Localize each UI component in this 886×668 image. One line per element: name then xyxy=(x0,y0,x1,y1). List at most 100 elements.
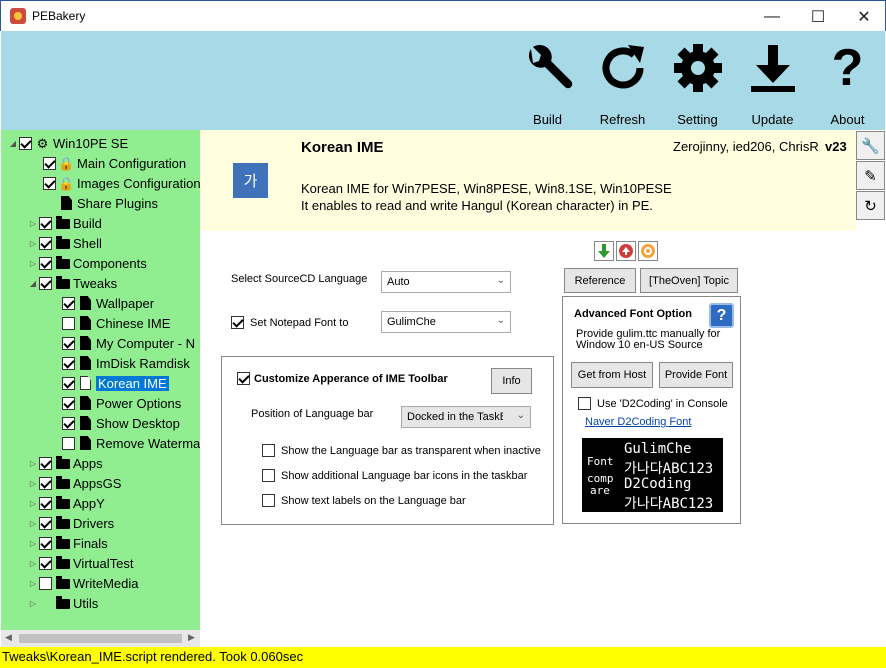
tree-checkbox[interactable] xyxy=(39,516,52,530)
upload-red-icon[interactable] xyxy=(616,241,636,261)
provide-font-button[interactable]: Provide Font xyxy=(659,362,733,388)
notepad-font-checkbox[interactable]: Set Notepad Font to xyxy=(231,316,348,329)
script-tree[interactable]: ◢ ⚙ Win10PE SE 🔒 Main Configuration 🔒 Images… xyxy=(1,130,200,630)
tree-node[interactable]: Remove Waterma xyxy=(62,433,200,453)
tree-node-selected[interactable]: Korean IME xyxy=(62,373,169,393)
scroll-left-icon[interactable]: ◀ xyxy=(5,632,12,643)
tree-node[interactable]: Power Options xyxy=(62,393,181,413)
tree-node[interactable]: 🔒 Images Configuration xyxy=(43,173,200,193)
tree-node[interactable]: My Computer - N xyxy=(62,333,195,353)
tree-node[interactable]: ▷ Finals xyxy=(27,533,108,553)
reference-button[interactable]: Reference xyxy=(564,268,636,293)
script-build-button[interactable]: 🔧 xyxy=(856,131,885,160)
expand-icon[interactable]: ▷ xyxy=(27,499,39,508)
download-green-icon[interactable] xyxy=(594,241,614,261)
update-button[interactable]: Update xyxy=(735,31,810,130)
tree-node[interactable]: ImDisk Ramdisk xyxy=(62,353,190,373)
tree-node[interactable]: Share Plugins xyxy=(59,193,158,213)
tree-node[interactable]: ▷ Build xyxy=(27,213,102,233)
tree-checkbox[interactable] xyxy=(39,476,52,490)
tree-node[interactable]: ▷ WriteMedia xyxy=(27,573,139,593)
expand-icon[interactable]: ▷ xyxy=(27,259,39,268)
tree-node[interactable]: ▷ VirtualTest xyxy=(27,553,134,573)
tree-checkbox[interactable] xyxy=(62,416,75,430)
close-button[interactable]: ✕ xyxy=(841,1,886,32)
naver-d2coding-link[interactable]: Naver D2Coding Font xyxy=(585,416,691,428)
expand-icon[interactable]: ▷ xyxy=(27,579,39,588)
info-button[interactable]: Info xyxy=(491,368,532,394)
tree-checkbox[interactable] xyxy=(62,336,75,350)
maximize-button[interactable]: ☐ xyxy=(795,1,841,32)
tree-checkbox[interactable] xyxy=(39,536,52,550)
minimize-button[interactable]: — xyxy=(749,1,795,32)
expand-icon[interactable]: ▷ xyxy=(27,519,39,528)
notepad-font-select[interactable]: GulimChe ⌄ xyxy=(381,311,511,333)
tree-checkbox[interactable] xyxy=(39,496,52,510)
refresh-button[interactable]: Refresh xyxy=(585,31,660,130)
checkbox[interactable] xyxy=(231,316,244,329)
tree-node[interactable]: ▷ Components xyxy=(27,253,147,273)
about-button[interactable]: ? About xyxy=(810,31,885,130)
collapse-icon[interactable]: ◢ xyxy=(7,139,19,148)
scroll-right-icon[interactable]: ▶ xyxy=(188,632,195,643)
tree-node[interactable]: ▷ Shell xyxy=(27,233,102,253)
transparent-bar-checkbox[interactable]: Show the Language bar as transparent whe… xyxy=(262,444,541,457)
expand-icon[interactable]: ▷ xyxy=(27,479,39,488)
expand-icon[interactable]: ▷ xyxy=(27,239,39,248)
tree-checkbox[interactable] xyxy=(39,576,52,590)
tree-checkbox[interactable] xyxy=(39,256,52,270)
tree-node[interactable]: Chinese IME xyxy=(62,313,170,333)
tree-checkbox[interactable] xyxy=(62,296,75,310)
tree-node[interactable]: Wallpaper xyxy=(62,293,154,313)
tree-checkbox[interactable] xyxy=(39,236,52,250)
tree-horizontal-scrollbar[interactable]: ◀ ▶ xyxy=(1,630,200,647)
position-select[interactable]: Docked in the TaskBar⌄ xyxy=(401,406,531,428)
tree-node[interactable]: ▷ Utils xyxy=(27,593,98,613)
tree-node[interactable]: ▷ AppY xyxy=(27,493,105,513)
tree-checkbox[interactable] xyxy=(19,136,32,150)
source-lang-select[interactable]: Auto ⌄ xyxy=(381,271,511,293)
expand-icon[interactable]: ▷ xyxy=(27,219,39,228)
tree-checkbox[interactable] xyxy=(39,276,52,290)
help-icon[interactable]: ? xyxy=(709,303,734,328)
tree-checkbox[interactable] xyxy=(62,436,75,450)
tree-checkbox[interactable] xyxy=(39,556,52,570)
checkbox[interactable] xyxy=(262,444,275,457)
script-edit-button[interactable]: ✎ xyxy=(856,161,885,190)
theoven-topic-button[interactable]: [TheOven] Topic xyxy=(640,268,738,293)
tree-node[interactable]: ◢ Tweaks xyxy=(27,273,117,293)
link-orange-icon[interactable] xyxy=(638,241,658,261)
expand-icon[interactable]: ▷ xyxy=(27,599,39,608)
additional-icons-checkbox[interactable]: Show additional Language bar icons in th… xyxy=(262,469,527,482)
expand-icon[interactable]: ▷ xyxy=(27,459,39,468)
get-from-host-button[interactable]: Get from Host xyxy=(571,362,653,388)
script-refresh-button[interactable]: ↻ xyxy=(856,191,885,220)
tree-node[interactable]: ▷ AppsGS xyxy=(27,473,122,493)
tree-checkbox[interactable] xyxy=(62,356,75,370)
tree-node-root[interactable]: ◢ ⚙ Win10PE SE xyxy=(7,133,128,153)
collapse-icon[interactable]: ◢ xyxy=(27,279,39,288)
checkbox[interactable] xyxy=(262,469,275,482)
checkbox[interactable] xyxy=(237,372,250,385)
tree-checkbox[interactable] xyxy=(43,176,56,190)
tree-node[interactable]: Show Desktop xyxy=(62,413,180,433)
checkbox[interactable] xyxy=(578,397,591,410)
checkbox[interactable] xyxy=(262,494,275,507)
tree-checkbox[interactable] xyxy=(62,316,75,330)
expand-icon[interactable]: ▷ xyxy=(27,539,39,548)
tree-checkbox[interactable] xyxy=(39,216,52,230)
tree-checkbox[interactable] xyxy=(43,156,56,170)
tree-checkbox[interactable] xyxy=(62,376,75,390)
setting-button[interactable]: Setting xyxy=(660,31,735,130)
customize-ime-checkbox[interactable]: Customize Apperance of IME Toolbar xyxy=(237,372,448,385)
tree-node[interactable]: ▷ Drivers xyxy=(27,513,114,533)
scroll-thumb[interactable] xyxy=(19,634,182,643)
build-button[interactable]: Build xyxy=(510,31,585,130)
d2coding-checkbox[interactable]: Use 'D2Coding' in Console xyxy=(578,397,728,410)
tree-checkbox[interactable] xyxy=(62,396,75,410)
tree-checkbox[interactable] xyxy=(39,456,52,470)
tree-node[interactable]: ▷ Apps xyxy=(27,453,103,473)
expand-icon[interactable]: ▷ xyxy=(27,559,39,568)
tree-node[interactable]: 🔒 Main Configuration xyxy=(43,153,186,173)
text-labels-checkbox[interactable]: Show text labels on the Language bar xyxy=(262,494,466,507)
